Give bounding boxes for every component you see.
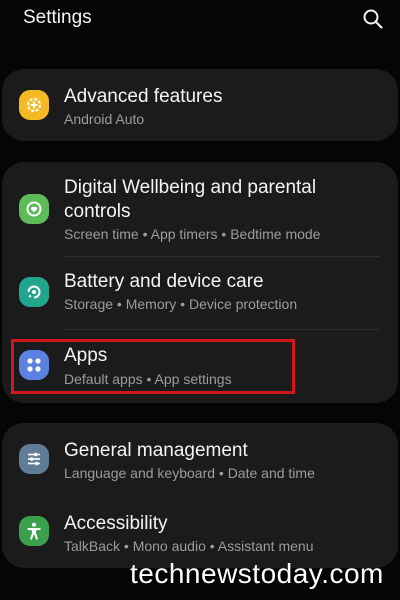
settings-item-label-line1: Digital Wellbeing and parental	[64, 177, 317, 198]
gear-plus-icon	[19, 90, 49, 120]
settings-item-label: Accessibility	[64, 513, 168, 534]
settings-item-advanced-features[interactable]: Advanced features Android Auto	[2, 69, 398, 141]
settings-item-battery-device-care[interactable]: Battery and device care Storage • Memory…	[2, 257, 398, 329]
sliders-icon	[19, 444, 49, 474]
settings-item-digital-wellbeing[interactable]: Digital Wellbeing and parental controls …	[2, 162, 398, 256]
settings-item-label: General management	[64, 440, 248, 461]
header: Settings	[0, 0, 400, 40]
search-icon[interactable]	[361, 7, 385, 31]
settings-item-subtitle: TalkBack • Mono audio • Assistant menu	[64, 538, 314, 554]
settings-item-label: Advanced features	[64, 86, 223, 107]
wellbeing-icon	[19, 194, 49, 224]
apps-highlight-box	[11, 339, 295, 394]
watermark: technewstoday.com	[130, 558, 384, 589]
settings-item-label-line2: controls	[64, 201, 131, 222]
settings-item-general-management[interactable]: General management Language and keyboard…	[2, 423, 398, 495]
page-title: Settings	[23, 7, 92, 28]
accessibility-icon	[19, 516, 49, 546]
settings-card-general: General management Language and keyboard…	[2, 423, 398, 568]
settings-item-label: Battery and device care	[64, 271, 264, 292]
settings-card-advanced: Advanced features Android Auto	[2, 69, 398, 141]
settings-item-subtitle: Storage • Memory • Device protection	[64, 296, 298, 312]
device-care-icon	[19, 277, 49, 307]
settings-item-subtitle: Screen time • App timers • Bedtime mode	[64, 226, 321, 242]
settings-item-subtitle: Language and keyboard • Date and time	[64, 465, 315, 481]
settings-item-subtitle: Android Auto	[64, 111, 145, 127]
